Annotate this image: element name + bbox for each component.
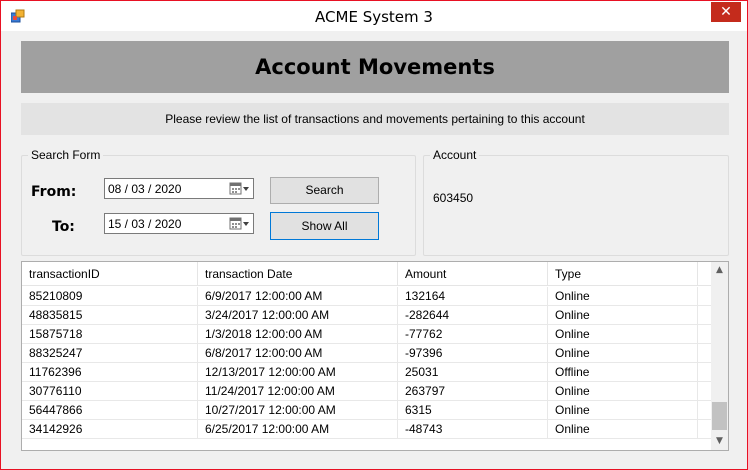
cell-transaction-date: 6/8/2017 12:00:00 AM: [198, 344, 398, 363]
to-date-picker[interactable]: 15 / 03 / 2020: [104, 213, 254, 234]
account-group: Account 603450: [423, 148, 729, 256]
table-row[interactable]: 56447866 10/27/2017 12:00:00 AM 6315 Onl…: [22, 401, 712, 420]
cell-transaction-id: 88325247: [22, 344, 198, 363]
scroll-up-icon[interactable]: ▲: [711, 262, 728, 279]
column-header-transaction-id[interactable]: transactionID: [22, 262, 198, 286]
column-header-type[interactable]: Type: [548, 262, 698, 286]
cell-transaction-date: 3/24/2017 12:00:00 AM: [198, 306, 398, 325]
vertical-scrollbar[interactable]: ▲ ▼: [711, 262, 728, 450]
cell-type: Online: [548, 325, 698, 344]
page-title: Account Movements: [255, 55, 495, 79]
calendar-icon[interactable]: [227, 216, 251, 231]
cell-amount: 263797: [398, 382, 548, 401]
window-title: ACME System 3: [315, 8, 433, 26]
table-row[interactable]: 11762396 12/13/2017 12:00:00 AM 25031 Of…: [22, 363, 712, 382]
cell-amount: 25031: [398, 363, 548, 382]
cell-transaction-id: 15875718: [22, 325, 198, 344]
description-banner: Please review the list of transactions a…: [21, 103, 729, 135]
cell-transaction-date: 1/3/2018 12:00:00 AM: [198, 325, 398, 344]
header-banner: Account Movements: [21, 41, 729, 93]
main-window: ACME System 3 ✕ Account Movements Please…: [0, 0, 748, 470]
cell-transaction-date: 6/9/2017 12:00:00 AM: [198, 287, 398, 306]
table-row[interactable]: 34142926 6/25/2017 12:00:00 AM -48743 On…: [22, 420, 712, 439]
account-number: 603450: [433, 191, 474, 205]
cell-filler: [698, 382, 712, 401]
cell-amount: -77762: [398, 325, 548, 344]
from-date-picker[interactable]: 08 / 03 / 2020: [104, 178, 254, 199]
cell-transaction-id: 85210809: [22, 287, 198, 306]
column-header-amount[interactable]: Amount: [398, 262, 548, 286]
to-label: To:: [52, 219, 75, 235]
table-body: 85210809 6/9/2017 12:00:00 AM 132164 Onl…: [22, 287, 712, 439]
cell-amount: -97396: [398, 344, 548, 363]
cell-transaction-date: 6/25/2017 12:00:00 AM: [198, 420, 398, 439]
show-all-button[interactable]: Show All: [270, 212, 379, 240]
cell-amount: -48743: [398, 420, 548, 439]
account-title: Account: [430, 148, 480, 162]
cell-transaction-id: 48835815: [22, 306, 198, 325]
transactions-table[interactable]: transactionID transaction Date Amount Ty…: [21, 261, 729, 451]
to-date-value: 15 / 03 / 2020: [108, 217, 182, 231]
cell-transaction-date: 12/13/2017 12:00:00 AM: [198, 363, 398, 382]
table-row[interactable]: 85210809 6/9/2017 12:00:00 AM 132164 Onl…: [22, 287, 712, 306]
description-text: Please review the list of transactions a…: [165, 112, 585, 126]
column-header-filler: [698, 262, 712, 286]
table-row[interactable]: 88325247 6/8/2017 12:00:00 AM -97396 Onl…: [22, 344, 712, 363]
search-form-group: Search Form From: 08 / 03 / 2020 To: 15 …: [21, 148, 416, 256]
cell-filler: [698, 287, 712, 306]
close-button[interactable]: ✕: [711, 2, 741, 22]
cell-transaction-id: 11762396: [22, 363, 198, 382]
calendar-icon[interactable]: [227, 181, 251, 196]
cell-type: Online: [548, 401, 698, 420]
cell-amount: -282644: [398, 306, 548, 325]
search-form-title: Search Form: [28, 148, 104, 162]
cell-type: Online: [548, 306, 698, 325]
cell-amount: 132164: [398, 287, 548, 306]
table-row[interactable]: 30776110 11/24/2017 12:00:00 AM 263797 O…: [22, 382, 712, 401]
cell-type: Offline: [548, 363, 698, 382]
cell-transaction-date: 10/27/2017 12:00:00 AM: [198, 401, 398, 420]
from-label: From:: [31, 184, 77, 200]
table-row[interactable]: 48835815 3/24/2017 12:00:00 AM -282644 O…: [22, 306, 712, 325]
cell-filler: [698, 363, 712, 382]
table-row[interactable]: 15875718 1/3/2018 12:00:00 AM -77762 Onl…: [22, 325, 712, 344]
cell-filler: [698, 401, 712, 420]
scrollbar-thumb[interactable]: [712, 402, 727, 430]
title-bar[interactable]: ACME System 3 ✕: [1, 1, 747, 31]
search-button[interactable]: Search: [270, 177, 379, 204]
scroll-down-icon[interactable]: ▼: [711, 433, 728, 450]
cell-type: Online: [548, 287, 698, 306]
from-date-value: 08 / 03 / 2020: [108, 182, 182, 196]
table-header: transactionID transaction Date Amount Ty…: [22, 262, 712, 286]
cell-filler: [698, 325, 712, 344]
client-area: Account Movements Please review the list…: [9, 31, 739, 463]
column-header-transaction-date[interactable]: transaction Date: [198, 262, 398, 286]
close-icon: ✕: [720, 4, 732, 20]
cell-transaction-id: 34142926: [22, 420, 198, 439]
cell-filler: [698, 420, 712, 439]
cell-transaction-date: 11/24/2017 12:00:00 AM: [198, 382, 398, 401]
cell-transaction-id: 56447866: [22, 401, 198, 420]
cell-filler: [698, 344, 712, 363]
cell-transaction-id: 30776110: [22, 382, 198, 401]
cell-amount: 6315: [398, 401, 548, 420]
cell-type: Online: [548, 382, 698, 401]
cell-type: Online: [548, 420, 698, 439]
cell-type: Online: [548, 344, 698, 363]
cell-filler: [698, 306, 712, 325]
